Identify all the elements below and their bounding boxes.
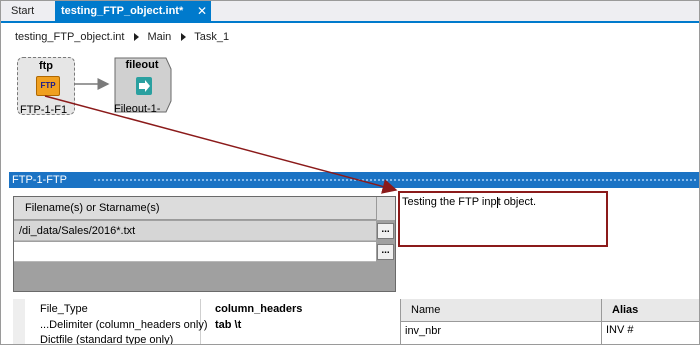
filename-column-header: Filename(s) or Starname(s) — [14, 197, 376, 220]
property-row[interactable]: File_Type column_headers — [25, 302, 396, 316]
ftp-folder-icon: FTP — [36, 76, 60, 96]
tab-start[interactable]: Start — [5, 1, 59, 21]
columns-header: Name Alias — [401, 299, 699, 322]
column-header-name[interactable]: Name — [411, 299, 440, 321]
node-label: Fileout-1- — [114, 103, 161, 115]
breadcrumb: testing_FTP_object.int Main Task_1 — [15, 31, 229, 45]
description-text: t object. — [497, 196, 537, 208]
node-title: ftp — [38, 60, 54, 72]
fileout-arrow-icon — [136, 77, 152, 95]
breadcrumb-item-main[interactable]: Main — [147, 31, 171, 43]
chevron-right-icon — [134, 33, 140, 42]
filename-row[interactable]: /di_data/Sales/2016*.txt — [14, 221, 376, 241]
editor-window: Start testing_FTP_object.int* ✕ testing_… — [0, 0, 700, 345]
node-label: FTP-1-F1 — [20, 104, 68, 116]
column-alias-cell[interactable]: INV # — [601, 321, 699, 344]
ftp-node[interactable]: ftp FTP FTP-1-F1 — [17, 57, 75, 116]
properties-panel: File_Type column_headers ...Delimiter (c… — [13, 299, 396, 345]
column-header-alias[interactable]: Alias — [601, 299, 699, 321]
columns-grid: Name Alias inv_nbr INV # — [400, 299, 699, 344]
chevron-right-icon — [181, 33, 187, 42]
properties-gutter — [13, 299, 25, 344]
tab-label: testing_FTP_object.int* — [61, 5, 184, 17]
breadcrumb-item-file[interactable]: testing_FTP_object.int — [15, 31, 124, 43]
fileout-node[interactable]: fileout Fileout-1- — [112, 57, 172, 115]
browse-button[interactable]: ... — [377, 244, 394, 260]
description-field[interactable]: Testing the FTP inpt object. — [398, 191, 608, 247]
tab-testing-ftp-object[interactable]: testing_FTP_object.int* ✕ — [55, 1, 211, 21]
flow-canvas[interactable]: ftp FTP FTP-1-F1 fileout Fileout-1- — [9, 53, 699, 169]
filename-grid: Filename(s) or Starname(s) /di_data/Sale… — [13, 196, 396, 292]
section-title: FTP-1-FTP — [12, 174, 67, 186]
section-dots — [93, 178, 697, 182]
property-name: Dictfile (standard type only) — [40, 334, 174, 345]
browse-button[interactable]: ... — [377, 223, 394, 239]
description-text: Testing the FTP inp — [402, 196, 497, 208]
property-row[interactable]: Dictfile (standard type only) — [25, 333, 396, 345]
property-value[interactable]: tab \t — [215, 318, 241, 332]
close-icon[interactable]: ✕ — [197, 1, 207, 21]
tab-strip: Start testing_FTP_object.int* ✕ — [1, 1, 699, 23]
breadcrumb-item-task[interactable]: Task_1 — [194, 31, 229, 43]
header-spacer — [376, 197, 395, 220]
property-name: ...Delimiter (column_headers only) — [40, 319, 208, 331]
node-title: fileout — [125, 59, 159, 71]
property-value[interactable]: column_headers — [215, 302, 302, 316]
filename-row[interactable] — [14, 242, 376, 262]
section-header: FTP-1-FTP — [9, 172, 699, 188]
column-name-cell[interactable]: inv_nbr — [405, 323, 441, 339]
property-name: File_Type — [40, 303, 88, 315]
property-row[interactable]: ...Delimiter (column_headers only) tab \… — [25, 318, 396, 332]
